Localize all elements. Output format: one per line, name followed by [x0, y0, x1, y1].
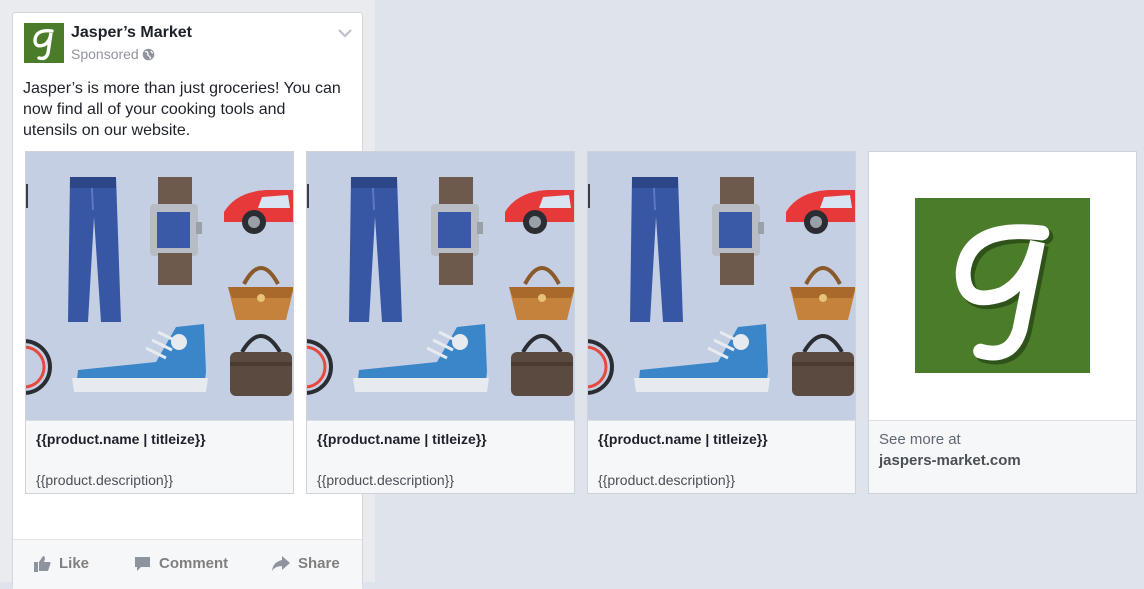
product-image: [588, 152, 855, 420]
domain-link[interactable]: jaspers-market.com: [879, 452, 1021, 469]
page-name[interactable]: Jasper’s Market: [71, 24, 192, 42]
share-button[interactable]: Share: [272, 555, 340, 572]
see-more-label: See more at: [879, 431, 961, 448]
product-description: {{product.description}}: [36, 472, 173, 488]
carousel-card[interactable]: {{product.name | titleize}} {{product.de…: [587, 151, 856, 494]
card-footer: {{product.name | titleize}} {{product.de…: [307, 420, 574, 493]
sponsored-text: Sponsored: [71, 46, 139, 62]
comment-label: Comment: [159, 555, 229, 572]
brand-logo: [915, 198, 1090, 373]
share-arrow-icon: [272, 556, 290, 571]
comment-button[interactable]: Comment: [134, 555, 228, 572]
post-body-text: Jasper’s is more than just groceries! Yo…: [23, 80, 341, 139]
product-name: {{product.name | titleize}}: [36, 431, 206, 447]
comment-icon: [134, 556, 151, 572]
sponsored-label: Sponsored: [71, 46, 155, 62]
like-button[interactable]: Like: [34, 555, 89, 572]
card-footer: {{product.name | titleize}} {{product.de…: [588, 420, 855, 493]
carousel-card[interactable]: {{product.name | titleize}} {{product.de…: [306, 151, 575, 494]
script-j-logo: [33, 29, 54, 61]
page-avatar[interactable]: [24, 23, 64, 63]
share-label: Share: [298, 555, 340, 572]
card-footer: See more at jaspers-market.com: [869, 420, 1136, 493]
product-image: [307, 152, 574, 420]
chevron-down-icon[interactable]: [338, 29, 352, 38]
card-footer: {{product.name | titleize}} {{product.de…: [26, 420, 293, 493]
product-description: {{product.description}}: [598, 472, 735, 488]
see-more-card[interactable]: See more at jaspers-market.com: [868, 151, 1137, 494]
carousel-card[interactable]: {{product.name | titleize}} {{product.de…: [25, 151, 294, 494]
thumbs-up-icon: [34, 555, 51, 572]
globe-icon: [142, 48, 155, 61]
like-label: Like: [59, 555, 90, 572]
script-j-logo: [955, 224, 1054, 365]
product-name: {{product.name | titleize}}: [598, 431, 768, 447]
product-image: [26, 152, 293, 420]
product-name: {{product.name | titleize}}: [317, 431, 487, 447]
product-description: {{product.description}}: [317, 472, 454, 488]
